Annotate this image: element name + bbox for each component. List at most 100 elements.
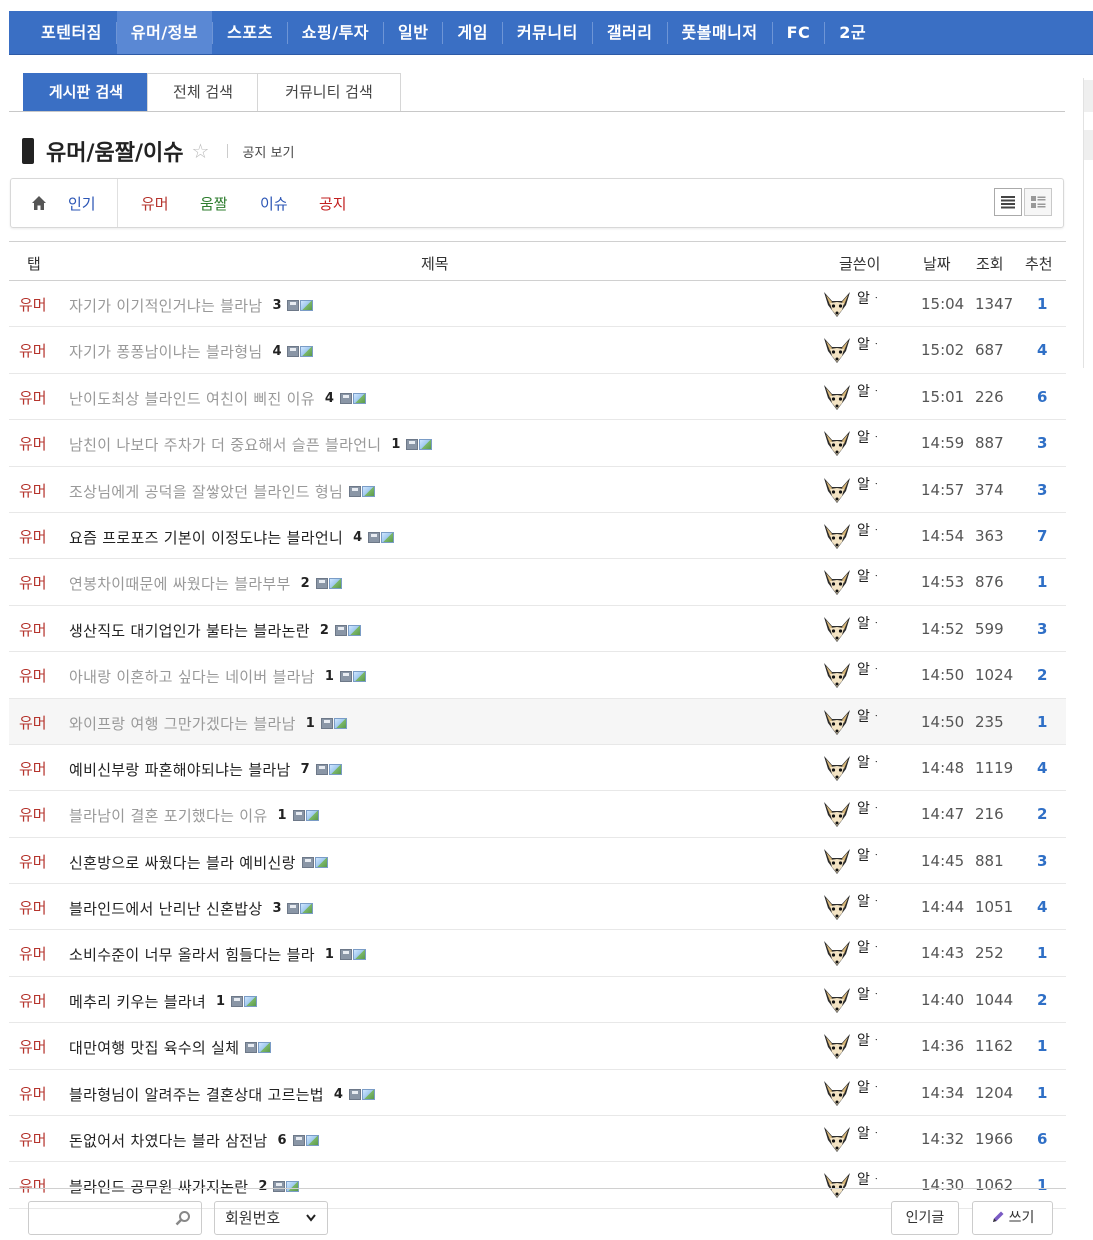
- table-row[interactable]: 유머 생산직도 대기업인가 불타는 블라논란 2 알ᆞ 14:52 599 3: [9, 606, 1066, 653]
- category-gif[interactable]: 움짤: [200, 193, 228, 214]
- nav-item-10[interactable]: 2군: [825, 11, 880, 54]
- post-writer[interactable]: 알ᆞ: [822, 1166, 888, 1204]
- table-row[interactable]: 유머 조상님에게 공덕을 잘쌓았던 블라인드 형님 알ᆞ 14:57 374 3: [9, 467, 1066, 513]
- post-title[interactable]: 조상님에게 공덕을 잘쌓았던 블라인드 형님: [69, 481, 343, 502]
- search-input[interactable]: [35, 1202, 179, 1234]
- nav-item-5[interactable]: 게임: [443, 11, 501, 54]
- comment-count[interactable]: 4: [272, 344, 281, 359]
- category-humor[interactable]: 유머: [141, 193, 169, 214]
- post-writer[interactable]: 알ᆞ: [822, 888, 888, 926]
- table-row[interactable]: 유머 남친이 나보다 주차가 더 중요해서 슬픈 블라언니 1 알ᆞ 14:59 887 3: [9, 420, 1066, 467]
- post-title[interactable]: 예비신부랑 파혼해야되냐는 블라남: [69, 759, 291, 780]
- write-button[interactable]: 쓰기: [972, 1201, 1053, 1235]
- search-icon[interactable]: [175, 1210, 191, 1226]
- post-title[interactable]: 블라남이 결혼 포기했다는 이유: [69, 805, 268, 826]
- comment-count[interactable]: 2: [320, 623, 329, 638]
- post-tab[interactable]: 유머: [19, 619, 47, 640]
- table-row[interactable]: 유머 자기가 이기적인거냐는 블라남 3 알ᆞ 15:04 1347 1: [9, 281, 1066, 328]
- post-tab[interactable]: 유머: [19, 526, 47, 547]
- comment-count[interactable]: 6: [278, 1133, 287, 1148]
- comment-count[interactable]: 2: [258, 1179, 267, 1194]
- post-writer[interactable]: 알ᆞ: [822, 1027, 888, 1065]
- comment-count[interactable]: 1: [216, 994, 225, 1009]
- comment-count[interactable]: 3: [272, 901, 281, 916]
- post-title[interactable]: 와이프랑 여행 그만가겠다는 블라남: [69, 713, 296, 734]
- comment-count[interactable]: 4: [353, 530, 362, 545]
- post-tab[interactable]: 유머: [19, 1175, 47, 1196]
- post-tab[interactable]: 유머: [19, 572, 47, 593]
- table-row[interactable]: 유머 소비수준이 너무 올라서 힘들다는 블라 1 알ᆞ 14:43 252 1: [9, 930, 1066, 977]
- category-notice[interactable]: 공지: [319, 193, 347, 214]
- post-title[interactable]: 연봉차이때문에 싸웠다는 블라부부: [69, 573, 291, 594]
- comment-count[interactable]: 3: [272, 298, 281, 313]
- post-title[interactable]: 돈없어서 차였다는 블라 삼전남: [69, 1130, 268, 1151]
- post-title[interactable]: 남친이 나보다 주차가 더 중요해서 슬픈 블라언니: [69, 434, 381, 455]
- post-title[interactable]: 블라형님이 알려주는 결혼상대 고르는법: [69, 1084, 324, 1105]
- post-tab[interactable]: 유머: [19, 480, 47, 501]
- nav-item-6[interactable]: 커뮤니티: [503, 11, 592, 54]
- post-tab[interactable]: 유머: [19, 943, 47, 964]
- post-title[interactable]: 난이도최상 블라인드 여친이 삐진 이유: [69, 388, 315, 409]
- table-row[interactable]: 유머 연봉차이때문에 싸웠다는 블라부부 2 알ᆞ 14:53 876 1: [9, 559, 1066, 606]
- post-writer[interactable]: 알ᆞ: [822, 285, 888, 323]
- comment-count[interactable]: 1: [391, 437, 400, 452]
- post-tab[interactable]: 유머: [19, 1129, 47, 1150]
- post-tab[interactable]: 유머: [19, 665, 47, 686]
- post-writer[interactable]: 알ᆞ: [822, 1074, 888, 1112]
- nav-item-7[interactable]: 갤러리: [593, 11, 667, 54]
- table-row[interactable]: 유머 자기가 퐁퐁남이냐는 블라형님 4 알ᆞ 15:02 687 4: [9, 327, 1066, 374]
- nav-item-3[interactable]: 쇼핑/투자: [288, 11, 383, 54]
- comment-count[interactable]: 1: [325, 947, 334, 962]
- table-row[interactable]: 유머 아내랑 이혼하고 싶다는 네이버 블라남 1 알ᆞ 14:50 1024 2: [9, 652, 1066, 699]
- post-writer[interactable]: 알ᆞ: [822, 471, 888, 509]
- table-row[interactable]: 유머 블라형님이 알려주는 결혼상대 고르는법 4 알ᆞ 14:34 1204 1: [9, 1070, 1066, 1117]
- post-writer[interactable]: 알ᆞ: [822, 378, 888, 416]
- table-row[interactable]: 유머 블라남이 결혼 포기했다는 이유 1 알ᆞ 14:47 216 2: [9, 791, 1066, 838]
- post-title[interactable]: 자기가 이기적인거냐는 블라남: [69, 295, 262, 316]
- comment-count[interactable]: 1: [325, 669, 334, 684]
- category-issue[interactable]: 이슈: [260, 193, 288, 214]
- post-title[interactable]: 블라인드 공무원 싸가지논란: [69, 1176, 248, 1197]
- table-row[interactable]: 유머 메추리 키우는 블라녀 1 알ᆞ 14:40 1044 2: [9, 977, 1066, 1024]
- table-row[interactable]: 유머 신혼방으로 싸웠다는 블라 예비신랑 알ᆞ 14:45 881 3: [9, 838, 1066, 885]
- post-tab[interactable]: 유머: [19, 1036, 47, 1057]
- post-writer[interactable]: 알ᆞ: [822, 934, 888, 972]
- post-title[interactable]: 아내랑 이혼하고 싶다는 네이버 블라남: [69, 666, 315, 687]
- thumb-view-button[interactable]: [1024, 188, 1052, 216]
- nav-item-1[interactable]: 유머/정보: [116, 11, 213, 54]
- post-writer[interactable]: 알ᆞ: [822, 656, 888, 694]
- post-writer[interactable]: 알ᆞ: [822, 517, 888, 555]
- post-writer[interactable]: 알ᆞ: [822, 981, 888, 1019]
- post-title[interactable]: 메추리 키우는 블라녀: [69, 991, 206, 1012]
- post-writer[interactable]: 알ᆞ: [822, 795, 888, 833]
- post-tab[interactable]: 유머: [19, 712, 47, 733]
- tab-community-search[interactable]: 커뮤니티 검색: [257, 73, 401, 111]
- table-row[interactable]: 유머 돈없어서 차였다는 블라 삼전남 6 알ᆞ 14:32 1966 6: [9, 1116, 1066, 1163]
- comment-count[interactable]: 7: [301, 762, 310, 777]
- post-tab[interactable]: 유머: [19, 897, 47, 918]
- table-row[interactable]: 유머 난이도최상 블라인드 여친이 삐진 이유 4 알ᆞ 15:01 226 6: [9, 374, 1066, 421]
- popular-posts-button[interactable]: 인기글: [891, 1201, 959, 1235]
- home-icon[interactable]: [31, 195, 47, 211]
- comment-count[interactable]: 1: [306, 716, 315, 731]
- tab-board-search[interactable]: 게시판 검색: [23, 73, 149, 111]
- comment-count[interactable]: 1: [278, 808, 287, 823]
- post-title[interactable]: 요즘 프로포즈 기본이 이정도냐는 블라언니: [69, 527, 343, 548]
- post-writer[interactable]: 알ᆞ: [822, 610, 888, 648]
- side-scrollbar[interactable]: [1083, 78, 1093, 368]
- post-tab[interactable]: 유머: [19, 387, 47, 408]
- table-row[interactable]: 유머 블라인드에서 난리난 신혼밥상 3 알ᆞ 14:44 1051 4: [9, 884, 1066, 931]
- post-title[interactable]: 대만여행 맛집 육수의 실체: [69, 1037, 239, 1058]
- post-writer[interactable]: 알ᆞ: [822, 331, 888, 369]
- post-title[interactable]: 신혼방으로 싸웠다는 블라 예비신랑: [69, 852, 296, 873]
- post-tab[interactable]: 유머: [19, 758, 47, 779]
- tab-all-search[interactable]: 전체 검색: [147, 73, 259, 111]
- comment-count[interactable]: 4: [334, 1087, 343, 1102]
- post-tab[interactable]: 유머: [19, 340, 47, 361]
- nav-item-4[interactable]: 일반: [384, 11, 442, 54]
- post-tab[interactable]: 유머: [19, 990, 47, 1011]
- table-row[interactable]: 유머 와이프랑 여행 그만가겠다는 블라남 1 알ᆞ 14:50 235 1: [9, 698, 1066, 745]
- nav-item-9[interactable]: FC: [773, 11, 825, 54]
- notice-link[interactable]: 공지 보기: [242, 142, 294, 161]
- post-writer[interactable]: 알ᆞ: [822, 1120, 888, 1158]
